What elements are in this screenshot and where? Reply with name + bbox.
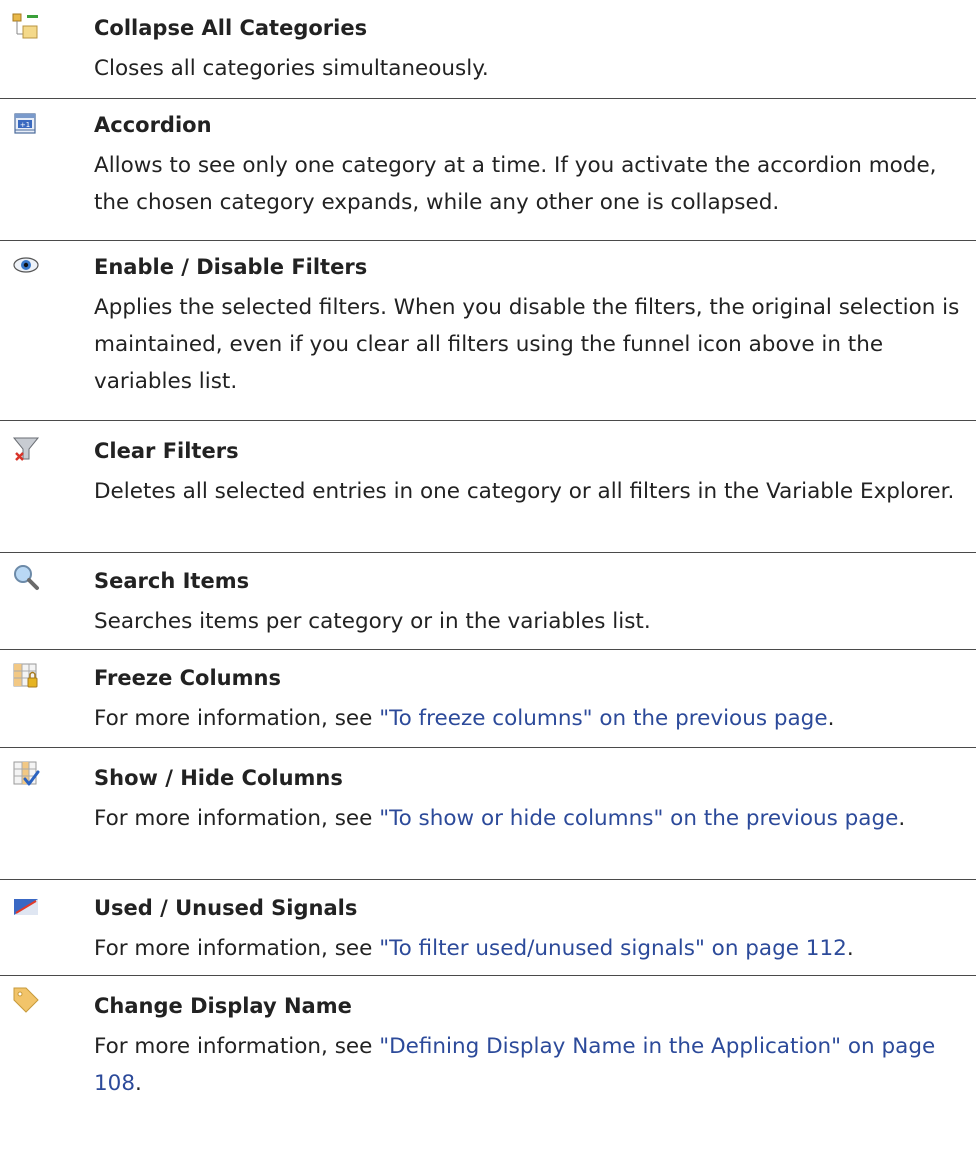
item-description: Deletes all selected entries in one cate… — [94, 479, 955, 504]
item-description: Closes all categories simultaneously. — [94, 56, 489, 81]
item-title: Collapse All Categories — [94, 16, 368, 40]
item-title: Clear Filters — [94, 439, 239, 463]
svg-text:+1: +1 — [20, 121, 30, 129]
description-suffix: . — [827, 706, 835, 731]
list-item: +1 Accordion Allows to see only one cate… — [0, 99, 976, 241]
item-description: For more information, see "Defining Disp… — [94, 1028, 966, 1102]
cross-reference-link[interactable]: "To freeze columns" on the previous page — [379, 706, 827, 731]
list-item: Search Items Searches items per category… — [0, 553, 976, 650]
eye-icon — [12, 253, 40, 281]
description-suffix: . — [135, 1071, 142, 1096]
accordion-icon: +1 — [12, 111, 40, 139]
item-description: Applies the selected filters. When you d… — [94, 295, 960, 394]
item-description: For more information, see "To show or hi… — [94, 800, 966, 837]
item-description: For more information, see "To freeze col… — [94, 700, 966, 737]
freeze-columns-icon — [12, 662, 40, 690]
item-title: Show / Hide Columns — [94, 766, 343, 790]
item-description: Allows to see only one category at a tim… — [94, 153, 937, 215]
tag-icon — [12, 986, 40, 1014]
cross-reference-link[interactable]: "To show or hide columns" on the previou… — [379, 806, 898, 831]
clear-filter-icon — [12, 435, 40, 463]
description-text: For more information, see — [94, 1034, 380, 1059]
list-item: Enable / Disable Filters Applies the sel… — [0, 241, 976, 421]
item-title: Change Display Name — [94, 994, 352, 1018]
list-item: Clear Filters Deletes all selected entri… — [0, 421, 976, 553]
item-title: Search Items — [94, 569, 250, 593]
list-item: Used / Unused Signals For more informati… — [0, 880, 976, 976]
used-signals-icon — [12, 894, 40, 922]
list-item: Collapse All Categories Closes all categ… — [0, 0, 976, 99]
description-suffix: . — [846, 936, 854, 961]
description-text: For more information, see — [94, 806, 380, 831]
item-title: Accordion — [94, 113, 212, 137]
collapse-categories-icon — [12, 12, 40, 40]
item-description: For more information, see "To filter use… — [94, 930, 966, 967]
magnifier-icon — [12, 563, 40, 591]
item-title: Enable / Disable Filters — [94, 255, 368, 279]
item-description: Searches items per category or in the va… — [94, 609, 651, 634]
toolbar-reference-list: Collapse All Categories Closes all categ… — [0, 0, 976, 1136]
description-text: For more information, see — [94, 706, 380, 731]
description-suffix: . — [898, 806, 906, 831]
list-item: Change Display Name For more information… — [0, 976, 976, 1136]
item-title: Used / Unused Signals — [94, 896, 358, 920]
list-item: Freeze Columns For more information, see… — [0, 650, 976, 748]
list-item: Show / Hide Columns For more information… — [0, 748, 976, 880]
show-hide-columns-icon — [12, 760, 40, 788]
item-title: Freeze Columns — [94, 666, 281, 690]
cross-reference-link[interactable]: "To filter used/unused signals" on page … — [379, 936, 847, 961]
description-text: For more information, see — [94, 936, 380, 961]
